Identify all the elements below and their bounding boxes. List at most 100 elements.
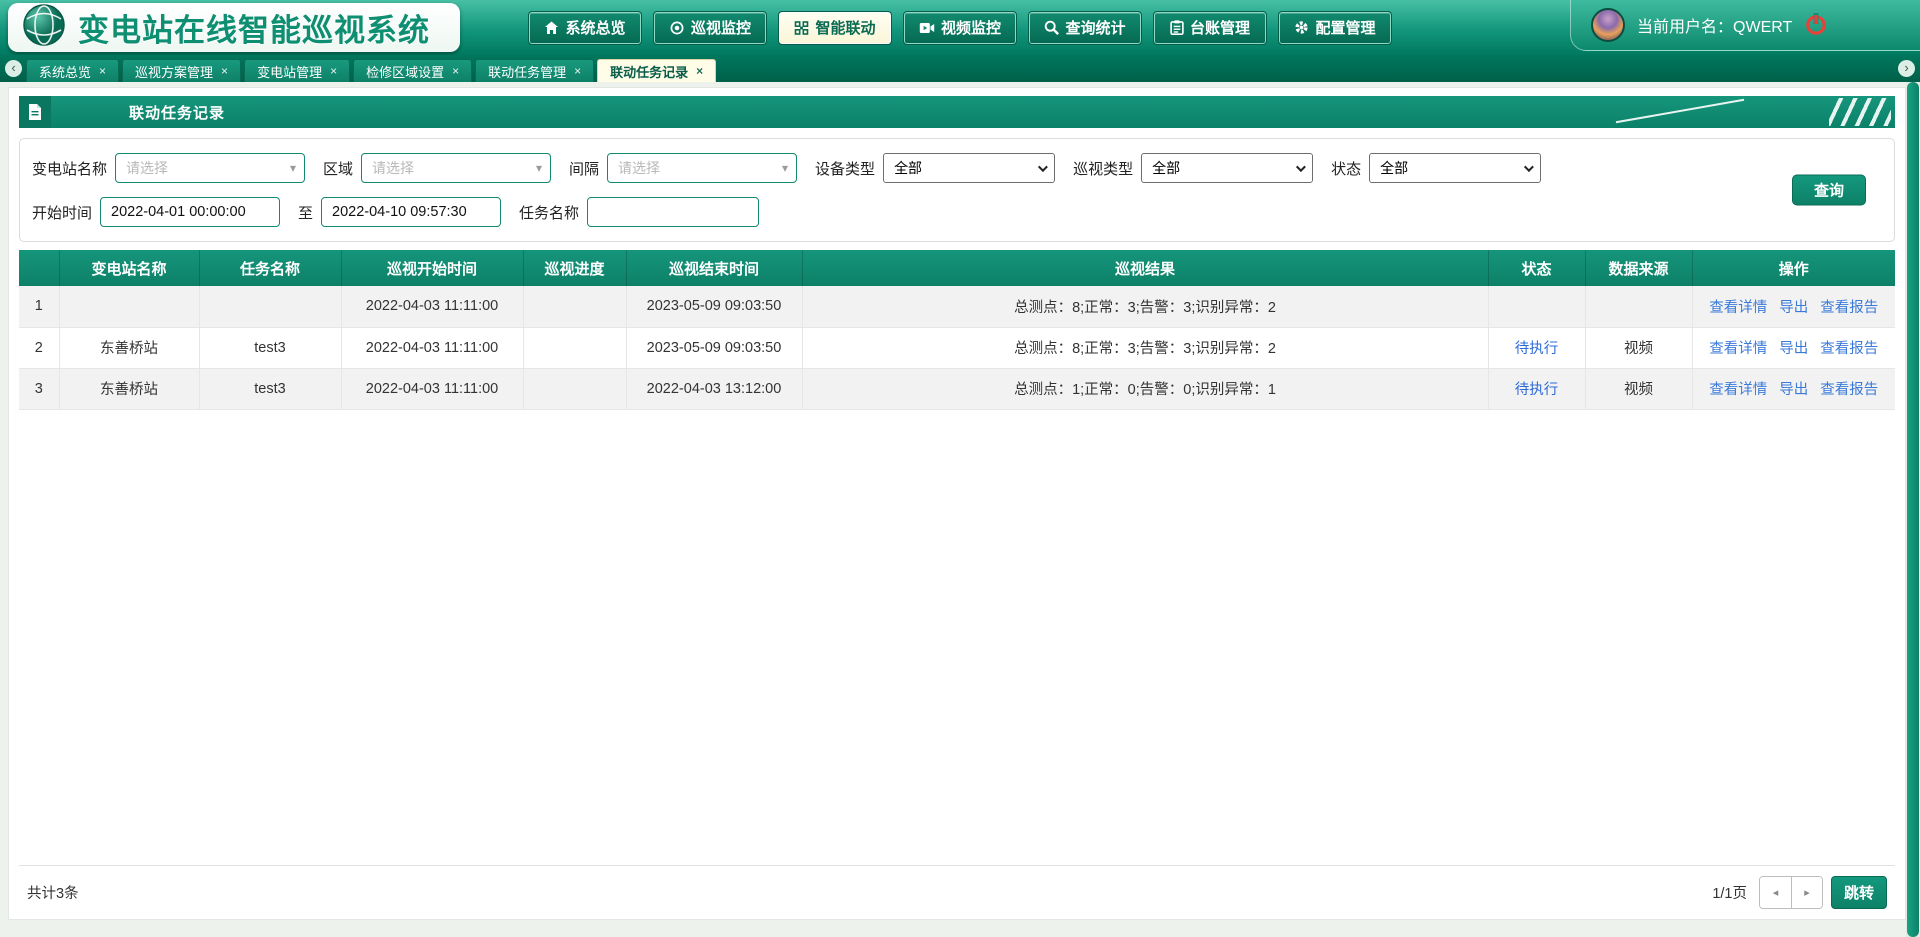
data-source: 视频 — [1585, 327, 1692, 368]
prev-page-button[interactable]: ◂ — [1760, 877, 1791, 908]
view-report-link[interactable]: 查看报告 — [1820, 300, 1878, 316]
tabs-scroll-left-icon[interactable]: ‹ — [5, 60, 22, 77]
titlebar-decoration-line — [1616, 99, 1744, 124]
tab-1[interactable]: 系统总览 × — [26, 59, 119, 82]
nav-button-4[interactable]: 视频监控 — [904, 12, 1016, 44]
close-tab-icon[interactable]: × — [99, 64, 106, 78]
close-tab-icon[interactable]: × — [330, 64, 337, 78]
document-icon — [19, 96, 51, 128]
nav-button-3[interactable]: 智能联动 — [779, 12, 891, 44]
scrollbar-thumb[interactable] — [1907, 82, 1919, 937]
right-arrow-icon: ▸ — [1804, 887, 1810, 899]
data-source: 视频 — [1585, 368, 1692, 409]
start-time-input[interactable] — [100, 197, 280, 227]
export-link[interactable]: 导出 — [1779, 300, 1808, 316]
filter-row-1: 变电站名称 请选择 ▾ 区域 请选择 ▾ 间隔 请选择 — [32, 153, 1784, 183]
pagination: 1/1页 ◂ ▸ 跳转 — [1712, 876, 1887, 909]
status-value: 全部 — [1380, 158, 1408, 178]
patrol-type-select[interactable]: 全部 — [1141, 153, 1313, 183]
patrol-result: 总测点：8;正常：3;告警：3;识别异常：2 — [802, 286, 1488, 327]
end-time-input[interactable] — [321, 197, 501, 227]
patrol-start-time: 2022-04-03 11:11:00 — [341, 286, 523, 327]
view-report-link[interactable]: 查看报告 — [1820, 382, 1878, 398]
nav-button-label: 巡视监控 — [691, 17, 751, 38]
column-header: 变电站名称 — [59, 250, 199, 286]
export-link[interactable]: 导出 — [1779, 341, 1808, 357]
area-select[interactable]: 请选择 ▾ — [361, 153, 551, 183]
patrol-progress — [523, 286, 626, 327]
device-type-select[interactable]: 全部 — [883, 153, 1055, 183]
username: QWERT — [1733, 19, 1792, 36]
nav-button-1[interactable]: 系统总览 — [529, 12, 641, 44]
filter-end-time: 至 — [298, 197, 501, 227]
tab-label: 系统总览 — [39, 62, 91, 81]
tab-2[interactable]: 巡视方案管理× — [122, 59, 241, 82]
substation-name — [59, 286, 199, 327]
video-icon — [919, 21, 935, 35]
left-arrow-icon: ◂ — [1773, 887, 1779, 899]
filter-area: 区域 请选择 ▾ — [323, 153, 551, 183]
app-logo-icon — [22, 3, 66, 52]
patrol-end-time: 2023-05-09 09:03:50 — [626, 327, 802, 368]
page-title-bar: 联动任务记录 — [19, 96, 1895, 128]
task-name: test3 — [199, 327, 341, 368]
bay-placeholder: 请选择 — [618, 158, 660, 178]
row-index: 1 — [19, 286, 59, 327]
close-tab-icon[interactable]: × — [452, 64, 459, 78]
device-type-label: 设备类型 — [815, 158, 875, 179]
filter-status: 状态 全部 — [1331, 153, 1541, 183]
nav-button-label: 系统总览 — [565, 17, 625, 38]
status-select[interactable]: 全部 — [1369, 153, 1541, 183]
close-tab-icon[interactable]: × — [574, 64, 581, 78]
tab-label: 联动任务记录 — [610, 62, 688, 81]
close-tab-icon[interactable]: × — [221, 64, 228, 78]
dropdown-caret-icon: ▾ — [782, 161, 788, 175]
filter-device-type: 设备类型 全部 — [815, 153, 1055, 183]
row-actions: 查看详情导出查看报告 — [1692, 327, 1895, 368]
app-brand: 变电站在线智能巡视系统 — [8, 3, 460, 52]
status — [1488, 286, 1585, 327]
next-page-button[interactable]: ▸ — [1791, 877, 1822, 908]
bay-select[interactable]: 请选择 ▾ — [607, 153, 797, 183]
to-label: 至 — [298, 202, 313, 223]
select-chevron-icon — [1524, 162, 1534, 172]
close-tab-icon[interactable]: × — [696, 64, 703, 78]
tab-4[interactable]: 检修区域设置 × — [353, 59, 472, 82]
substation-select[interactable]: 请选择 ▾ — [115, 153, 305, 183]
substation-name: 东善桥站 — [59, 327, 199, 368]
table-row: 3东善桥站test32022-04-03 11:11:002022-04-03 … — [19, 368, 1895, 409]
logout-button[interactable] — [1804, 12, 1828, 39]
query-button[interactable]: 查询 — [1792, 175, 1866, 206]
substation-label: 变电站名称 — [32, 158, 107, 179]
tab-label: 检修区域设置 — [366, 62, 444, 81]
table-empty-space — [19, 410, 1895, 866]
select-chevron-icon — [1038, 162, 1048, 172]
export-link[interactable]: 导出 — [1779, 382, 1808, 398]
nav-button-2[interactable]: 巡视监控 — [654, 12, 766, 44]
nav-button-label: 台账管理 — [1190, 17, 1250, 38]
filter-substation: 变电站名称 请选择 ▾ — [32, 153, 305, 183]
column-header: 巡视开始时间 — [341, 250, 523, 286]
view-details-link[interactable]: 查看详情 — [1709, 382, 1767, 398]
page-scrollbar[interactable] — [1906, 82, 1920, 937]
patrol-result: 总测点：8;正常：3;告警：3;识别异常：2 — [802, 327, 1488, 368]
nav-button-7[interactable]: 配置管理 — [1279, 12, 1391, 44]
nav-button-label: 智能联动 — [815, 17, 875, 38]
view-details-link[interactable]: 查看详情 — [1709, 341, 1767, 357]
row-index: 2 — [19, 327, 59, 368]
task-name-input[interactable] — [587, 197, 759, 227]
view-details-link[interactable]: 查看详情 — [1709, 300, 1767, 316]
jump-button[interactable]: 跳转 — [1831, 876, 1887, 909]
tabs-scroll-right-icon[interactable]: › — [1898, 60, 1915, 77]
column-header: 任务名称 — [199, 250, 341, 286]
power-icon — [1804, 12, 1828, 39]
user-label: 当前用户名： — [1637, 19, 1733, 36]
view-report-link[interactable]: 查看报告 — [1820, 341, 1878, 357]
tab-6[interactable]: 联动任务记录 × — [597, 59, 716, 82]
column-header: 巡视进度 — [523, 250, 626, 286]
nav-button-6[interactable]: 台账管理 — [1154, 12, 1266, 44]
nav-button-5[interactable]: 查询统计 — [1029, 12, 1141, 44]
tab-3[interactable]: 变电站管理× — [244, 59, 350, 82]
tab-5[interactable]: 联动任务管理× — [475, 59, 594, 82]
linkage-icon — [794, 21, 809, 35]
